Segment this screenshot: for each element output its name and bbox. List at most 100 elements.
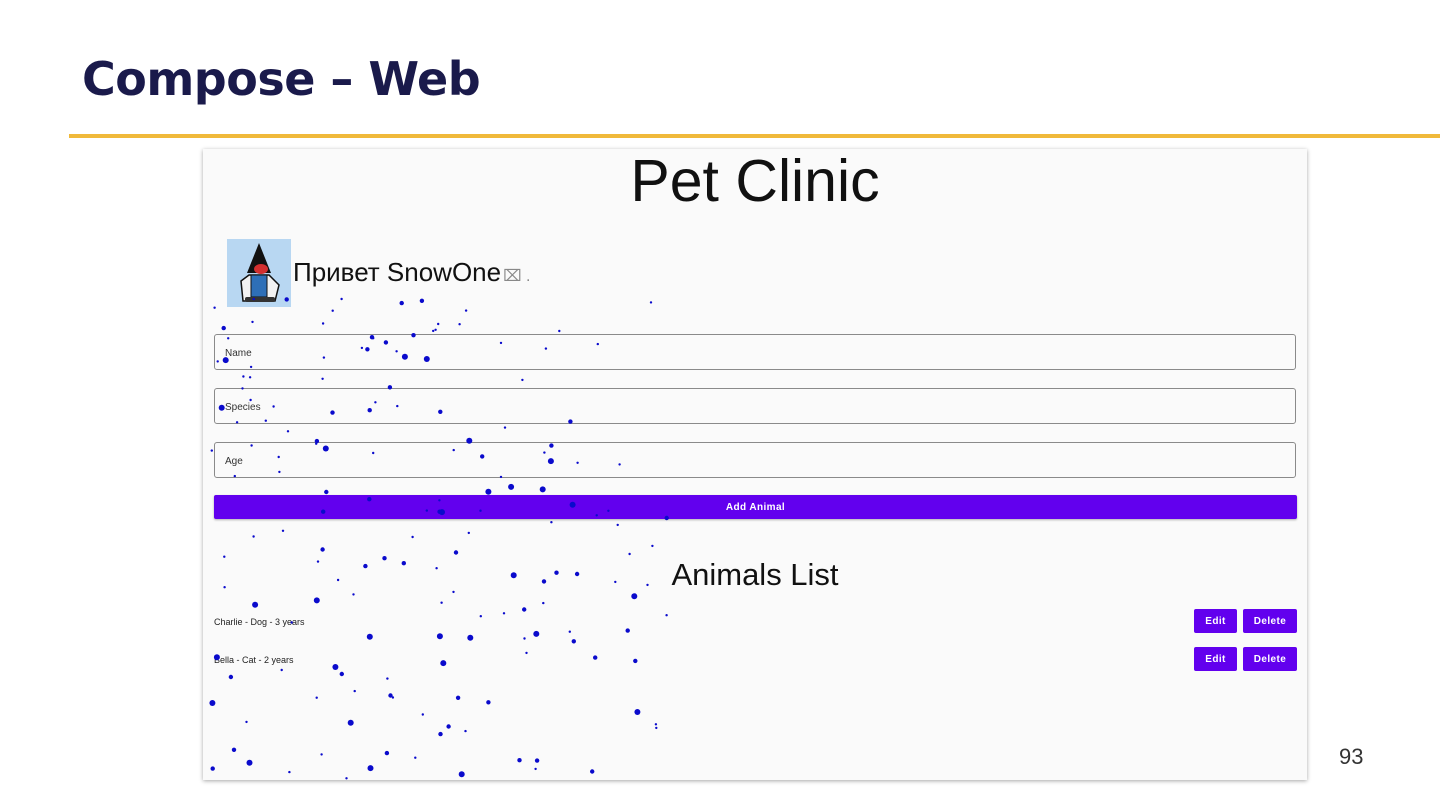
edit-button[interactable]: Edit [1194,609,1237,633]
snowflake-dot [655,726,658,730]
snowflake-dot [252,601,259,608]
snowflake-dot [434,328,437,331]
snowflake-dot [210,766,215,771]
snowflake-dot [521,378,524,382]
snowflake-dot [649,301,653,304]
snowflake-dot [558,329,561,333]
app-title: Pet Clinic [630,149,880,214]
snowflake-dot [281,529,285,532]
snowflake-dot [440,601,443,604]
snowflake-dot [340,297,343,301]
snowflake-dot [353,689,356,693]
snowflake-dot [464,309,468,312]
snowflake-dot [571,639,576,644]
snowflake-dot [280,668,283,672]
snowflake-dot [458,771,465,778]
snowflake-dot [332,664,339,670]
slide-title: Compose – Web [82,52,481,106]
duke-avatar-icon [227,239,291,307]
snowflake-dot [593,655,598,660]
snowflake-dot [455,695,461,700]
snowflake-dot [245,720,248,724]
age-field[interactable]: Age [214,442,1296,478]
snowflake-dot [345,777,348,780]
snowflake-dot [542,601,545,605]
snowflake-dot [432,329,435,333]
greeting-text: Привет SnowOne ⌧ . [293,257,530,288]
list-item: Charlie - Dog - 3 years [214,617,305,627]
snowflake-dot [437,322,440,326]
snowflake-dot [321,377,324,380]
name-field[interactable]: Name [214,334,1296,370]
species-field-label: Species [225,402,261,413]
snowflake-dot [386,677,389,680]
snowflake-dot [467,531,470,535]
add-animal-button[interactable]: Add Animal [214,495,1297,519]
snowflake-dot [286,430,290,433]
snowflake-dot [419,298,425,303]
snowflake-dot [321,322,325,325]
snowflake-dot [209,700,216,706]
snowflake-dot [453,550,459,555]
list-item: Bella - Cat - 2 years [214,655,294,665]
snowflake-dot [421,713,424,716]
snowflake-dot [458,323,461,326]
snowflake-dot [440,660,447,667]
snowflake-dot [228,674,234,680]
snowflake-dot [231,747,237,752]
snowflake-dot [486,700,491,705]
delete-button[interactable]: Delete [1243,647,1297,671]
edit-button[interactable]: Edit [1194,647,1237,671]
snowflake-dot [568,630,571,633]
snowflake-dot [590,769,595,774]
snowflake-dot [367,765,374,772]
snowflake-dot [479,615,482,618]
snowflake-dot [388,693,393,698]
snowflake-dot [242,375,245,378]
snowflake-dot [665,614,668,617]
snowflake-dot [534,758,540,763]
snowflake-dot [366,633,373,640]
snowflake-dot [467,634,474,641]
snowflake-dot [252,535,255,538]
snowflake-dot [248,376,252,379]
snowflake-dot [464,729,467,733]
snowflake-dot [525,651,528,655]
snowflake-dot [399,300,404,306]
snowflake-dot [251,320,254,324]
snowflake-dot [631,593,638,600]
slide-page-number: 93 [1339,744,1364,769]
snowflake-dot [347,719,354,726]
snowflake-dot [628,552,631,556]
snowflake-dot [534,767,537,771]
snowflake-dot [315,696,318,699]
title-divider [69,134,1440,138]
snowflake-dot [533,630,540,637]
snowflake-dot [320,753,323,756]
snowflake-dot [324,489,329,495]
snowflake-dot [523,637,526,640]
snowflake-dot [384,750,390,756]
snowflake-dot [213,306,216,309]
name-field-label: Name [225,348,252,359]
snowflake-dot [616,523,619,527]
snowflake-dot [633,658,638,664]
snowflake-dot [539,486,546,493]
snowflake-dot [517,758,522,763]
greeting-glyph: ⌧ . [503,268,531,285]
snowflake-dot [411,535,414,539]
snowflake-dot [210,449,213,452]
snowflake-dot [634,709,641,715]
snowflake-dot [503,426,507,429]
animals-list-title: Animals List [671,557,839,592]
delete-button[interactable]: Delete [1243,609,1297,633]
snowflake-dot [508,483,515,490]
snowflake-dot [522,607,527,612]
snowflake-dot [313,597,320,604]
snowflake-dot [436,633,443,640]
snowflake-dot [391,696,395,699]
snowflake-dot [446,724,451,729]
snowflake-dot [550,521,553,524]
greeting-label: Привет SnowOne [293,257,502,287]
species-field[interactable]: Species [214,388,1296,424]
